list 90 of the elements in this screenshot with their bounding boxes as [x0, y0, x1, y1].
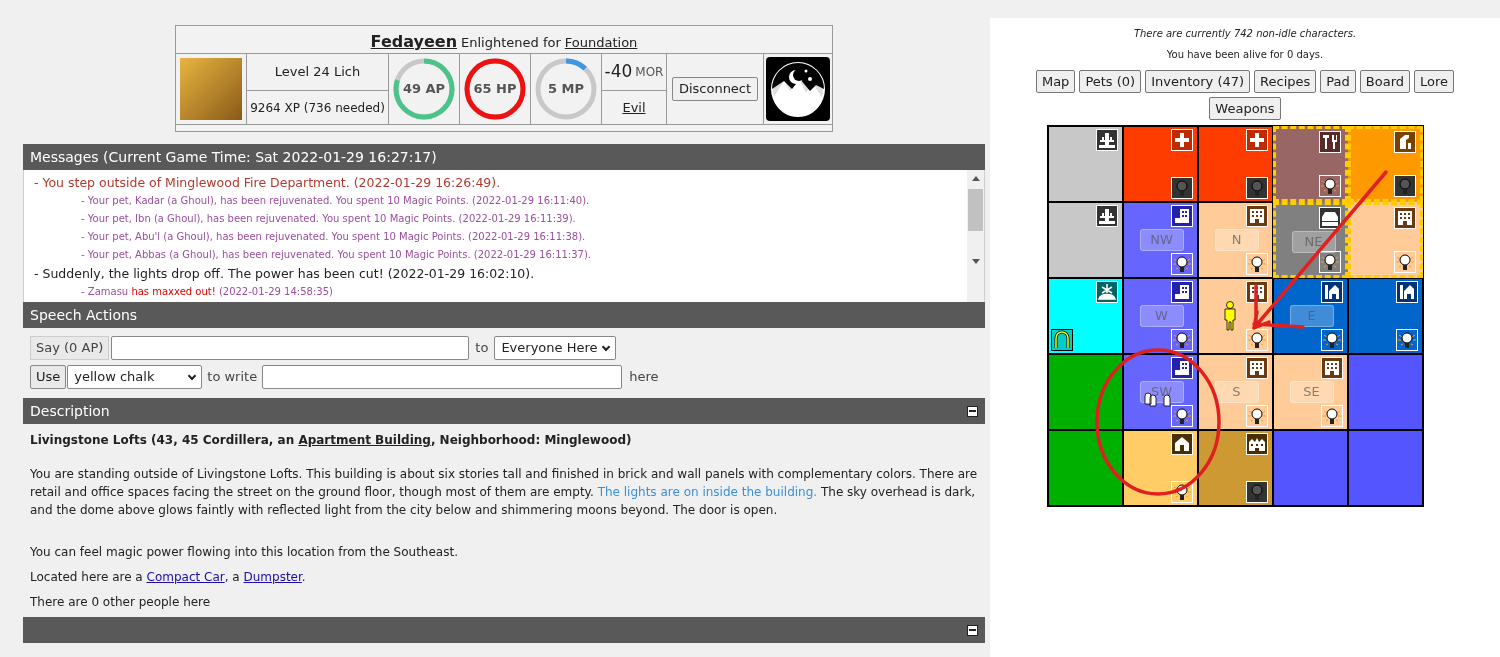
link[interactable]: Compact Car	[146, 570, 225, 584]
map-tile[interactable]	[1272, 430, 1348, 506]
stat-value: 65 HP	[473, 80, 517, 99]
location-heading: Livingstone Lofts (43, 45 Cordillera, an Apartment Building, Neighborhood: Minglewood)	[30, 432, 633, 449]
map-tile[interactable]	[1047, 126, 1123, 202]
gauge-ring	[392, 57, 456, 121]
map-tile[interactable]	[1122, 430, 1198, 506]
map-tile[interactable]	[1197, 126, 1273, 202]
link[interactable]: Apartment Building	[298, 433, 431, 447]
map-tile[interactable]	[1197, 430, 1273, 506]
building-icon	[1318, 207, 1341, 229]
moon-mountain-logo	[766, 57, 830, 121]
gauge-ring	[534, 57, 598, 121]
stat-value: 49 AP	[402, 80, 446, 99]
target-dropdown[interactable]: Everyone Here	[494, 336, 616, 360]
map-tile[interactable]	[1047, 354, 1123, 430]
map-tile[interactable]	[1347, 354, 1423, 430]
building-icon	[1320, 281, 1343, 303]
collapse-icon[interactable]	[967, 405, 978, 417]
status-text: There are currently 742 non-idle characters.	[1133, 27, 1357, 41]
building-icon	[1170, 205, 1193, 227]
morality-value: -40	[604, 60, 633, 84]
map-tile[interactable]	[1047, 278, 1123, 354]
faction-link[interactable]: Foundation	[564, 33, 638, 53]
building-icon	[1395, 281, 1418, 303]
nav-button[interactable]: Weapons	[1209, 97, 1281, 120]
building-icon	[1095, 281, 1118, 303]
nav-button[interactable]: Inventory (47)	[1145, 70, 1251, 93]
scrollbar[interactable]	[967, 170, 984, 302]
building-icon	[1245, 129, 1268, 151]
link[interactable]: Dumpster	[243, 570, 302, 584]
to-write-label: to write	[207, 368, 258, 387]
nav-button[interactable]: Recipes	[1254, 70, 1317, 93]
location-description: You are standing outside of Livingstone Lofts. This building is about six stories tall and finished in brick and wall panels with complementary colors. There are retail and office spaces facing the street on the ground floor, though most of them are empty. The lights are on inside the building. The sky overhead is dark, and the dome above glows faintly with reflected light from the city below and shimmering moons beyond. The door is open.	[30, 466, 978, 519]
map-tile[interactable]	[1347, 278, 1423, 354]
map-tile[interactable]	[1347, 430, 1423, 506]
building-icon	[1170, 129, 1193, 151]
building-icon	[1245, 357, 1268, 379]
avatar-placeholder	[180, 58, 242, 120]
map-tile[interactable]	[1047, 430, 1123, 506]
write-input-field[interactable]	[262, 365, 623, 389]
message-line: - Your pet, Ibn (a Ghoul), has been rejuvenated. You spent 10 Magic Points. (2022-01-29 16:11:39).	[80, 212, 577, 226]
nav-button[interactable]: Board	[1359, 70, 1411, 93]
item-dropdown[interactable]: yellow chalk	[67, 365, 203, 389]
to-label: to	[475, 339, 489, 358]
building-icon	[1245, 205, 1268, 227]
message-line: - Zamasu has maxxed out! (2022-01-29 14:58:35)	[80, 285, 334, 299]
disconnect-button[interactable]: Disconnect	[671, 77, 759, 101]
level-text: Level 24 Lich	[247, 54, 388, 91]
alignment-link[interactable]: Evil	[622, 97, 646, 118]
messages-header: Messages (Current Game Time: Sat 2022-01-29 16:27:17)	[30, 147, 437, 167]
message-line: - Your pet, Abu'l (a Ghoul), has been rejuvenated. You spent 10 Magic Points. (2022-01-29 16:11:38).	[80, 230, 587, 244]
nav-button[interactable]: Lore	[1414, 70, 1455, 93]
building-icon	[1318, 131, 1341, 153]
message-line: - Your pet, Abbas (a Ghoul), has been rejuvenated. You spent 10 Magic Points. (2022-01-29 16:11:37).	[80, 248, 593, 262]
message-line: - Your pet, Kadar (a Ghoul), has been rejuvenated. You spent 10 Magic Points. (2022-01-29 16:11:40).	[80, 194, 591, 208]
building-icon	[1095, 129, 1118, 151]
message-line: - You step outside of Minglewood Fire Department. (2022-01-29 16:26:49).	[34, 174, 502, 192]
character-name-link[interactable]: Fedayeen	[370, 30, 458, 54]
message-line: - Suddenly, the lights drop off. The power has been cut! (2022-01-29 16:02:10).	[34, 265, 536, 283]
stat-value: 5 MP	[547, 80, 584, 99]
here-label: here	[629, 368, 659, 387]
gauge-ring	[463, 57, 527, 121]
building-icon	[1170, 433, 1193, 455]
xp-text: 9264 XP (736 needed)	[249, 99, 386, 117]
nav-button[interactable]: Pad	[1320, 70, 1356, 93]
building-icon	[1320, 357, 1343, 379]
nav-button[interactable]: Map	[1035, 70, 1076, 93]
map-tile[interactable]	[1197, 278, 1273, 354]
use-button[interactable]: Use	[30, 365, 67, 389]
building-icon	[1095, 205, 1118, 227]
map-tile[interactable]	[1122, 126, 1198, 202]
morality-unit: MOR	[635, 64, 664, 81]
speech-actions-header: Speech Actions	[30, 305, 138, 325]
people-text: There are 0 other people here	[30, 594, 212, 611]
located-text: Located here are a Compact Car, a Dumpster.	[30, 569, 307, 586]
character-title: Enlightened for	[461, 34, 561, 52]
building-icon	[1393, 207, 1416, 229]
building-icon	[1170, 281, 1193, 303]
description-header: Description	[30, 401, 110, 421]
collapse-icon[interactable]	[967, 624, 978, 636]
say-button[interactable]: Say (0 AP)	[30, 336, 110, 360]
building-icon	[1170, 357, 1193, 379]
status-text: You have been alive for 0 days.	[1166, 48, 1324, 62]
building-icon	[1393, 131, 1416, 153]
map-tile[interactable]	[1047, 202, 1123, 278]
speech-input-field[interactable]	[111, 336, 470, 360]
nav-button[interactable]: Pets (0)	[1079, 70, 1142, 93]
building-icon	[1245, 433, 1268, 455]
magic-text: You can feel magic power flowing into this location from the Southeast.	[30, 544, 459, 561]
